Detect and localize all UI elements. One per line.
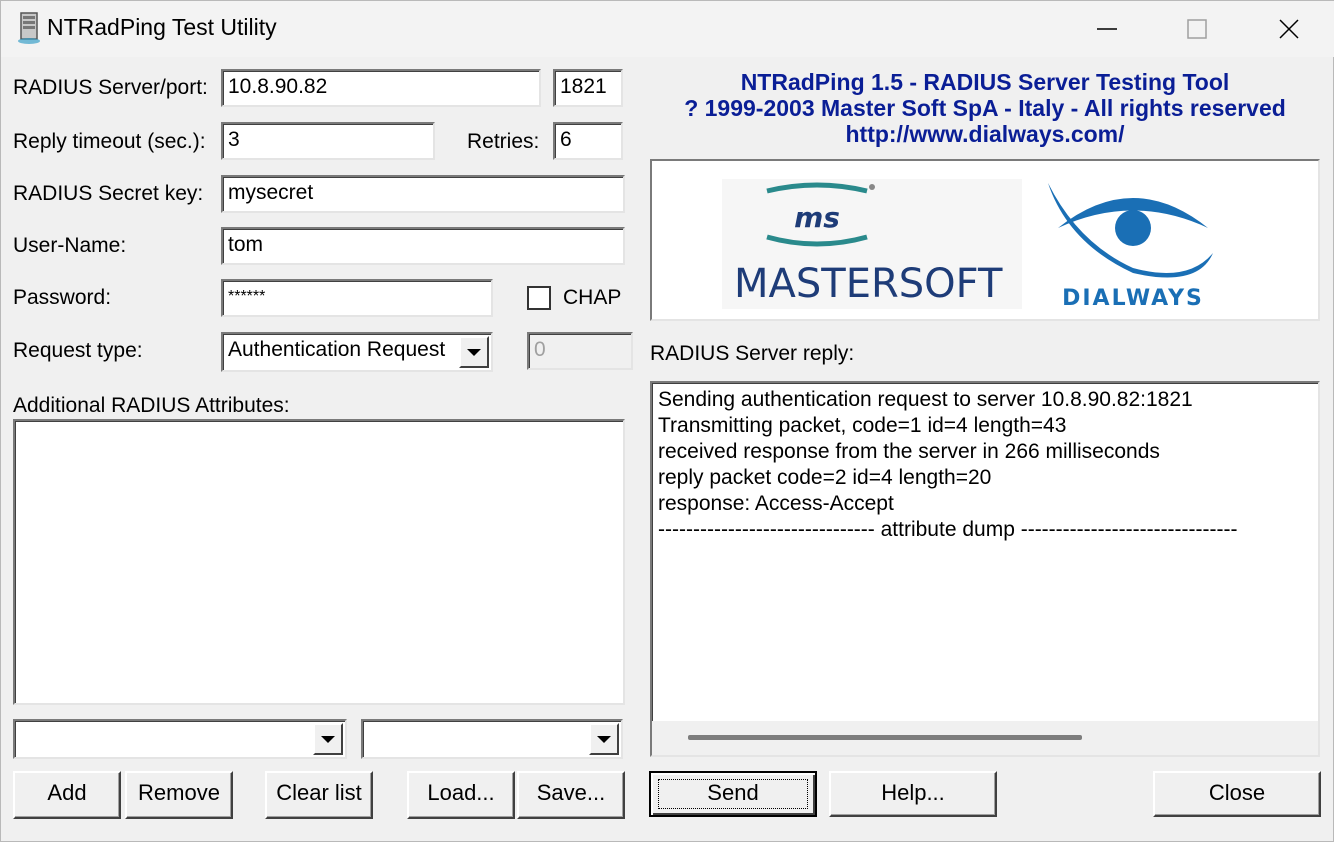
reply-line: Sending authentication request to server… bbox=[658, 388, 1193, 411]
request-type-value: Authentication Request bbox=[228, 338, 446, 361]
chevron-down-icon bbox=[321, 735, 335, 743]
reply-label: RADIUS Server reply: bbox=[650, 342, 855, 365]
logo-panel: ms MASTERSOFT DIALWAYS bbox=[650, 159, 1320, 321]
save-button[interactable]: Save... bbox=[517, 771, 625, 819]
title-bar[interactable]: NTRadPing Test Utility bbox=[1, 1, 1334, 57]
minimize-icon bbox=[1097, 28, 1117, 30]
window-title: NTRadPing Test Utility bbox=[47, 14, 277, 40]
maximize-icon bbox=[1187, 19, 1207, 39]
clear-list-button[interactable]: Clear list bbox=[265, 771, 373, 819]
timeout-label: Reply timeout (sec.): bbox=[13, 130, 206, 153]
chap-label: CHAP bbox=[563, 286, 622, 309]
secret-label: RADIUS Secret key: bbox=[13, 182, 204, 205]
chevron-down-icon bbox=[597, 735, 611, 743]
reply-line: Transmitting packet, code=1 id=4 length=… bbox=[658, 414, 1067, 437]
close-button[interactable]: Close bbox=[1153, 771, 1321, 817]
ms-monogram: ms bbox=[794, 201, 840, 234]
retries-input[interactable]: 6 bbox=[553, 122, 623, 160]
horizontal-scrollbar[interactable] bbox=[652, 721, 1318, 755]
password-input[interactable]: ****** bbox=[221, 279, 493, 317]
mastersoft-wordmark: MASTERSOFT bbox=[734, 261, 1003, 307]
attribute-name-combo[interactable] bbox=[13, 719, 347, 759]
secret-input[interactable]: mysecret bbox=[221, 175, 625, 213]
banner-url: http://www.dialways.com/ bbox=[845, 121, 1125, 147]
about-banner: NTRadPing 1.5 - RADIUS Server Testing To… bbox=[651, 69, 1319, 147]
maximize-button[interactable] bbox=[1151, 1, 1243, 57]
minimize-button[interactable] bbox=[1061, 1, 1153, 57]
port-input[interactable]: 1821 bbox=[553, 69, 623, 107]
reply-line: ------------------------------- attribut… bbox=[658, 518, 1238, 541]
request-type-dropdown-button[interactable] bbox=[459, 336, 489, 368]
send-button[interactable]: Send bbox=[649, 771, 817, 817]
username-input[interactable]: tom bbox=[221, 227, 625, 265]
attribute-value-dropdown-button[interactable] bbox=[589, 723, 619, 755]
send-button-label: Send bbox=[707, 780, 759, 805]
timeout-input[interactable]: 3 bbox=[221, 122, 435, 160]
request-type-select[interactable]: Authentication Request bbox=[221, 332, 493, 372]
chevron-down-icon bbox=[467, 348, 481, 356]
retries-label: Retries: bbox=[467, 130, 540, 153]
reply-line: reply packet code=2 id=4 length=20 bbox=[658, 466, 992, 489]
remove-button[interactable]: Remove bbox=[125, 771, 233, 819]
help-button[interactable]: Help... bbox=[829, 771, 997, 817]
mastersoft-logo: ms MASTERSOFT bbox=[722, 179, 1022, 309]
reply-line: response: Access-Accept bbox=[658, 492, 894, 515]
chap-checkbox[interactable] bbox=[527, 286, 551, 310]
attribute-name-dropdown-button[interactable] bbox=[313, 723, 343, 755]
attributes-list[interactable] bbox=[13, 419, 625, 705]
password-label: Password: bbox=[13, 286, 112, 309]
banner-title: NTRadPing 1.5 - RADIUS Server Testing To… bbox=[740, 69, 1230, 95]
banner-copyright: ? 1999-2003 Master Soft SpA - Italy - Al… bbox=[684, 95, 1286, 121]
app-server-icon bbox=[18, 12, 40, 44]
close-window-button[interactable] bbox=[1243, 1, 1334, 57]
add-button[interactable]: Add bbox=[13, 771, 121, 819]
server-port-label: RADIUS Server/port: bbox=[13, 76, 208, 99]
scrollbar-thumb[interactable] bbox=[688, 735, 1082, 740]
reply-line: received response from the server in 266… bbox=[658, 440, 1160, 463]
username-label: User-Name: bbox=[13, 234, 127, 257]
dialways-wordmark: DIALWAYS bbox=[1062, 286, 1204, 311]
reply-lines: Sending authentication request to server… bbox=[652, 383, 1318, 543]
request-id-input: 0 bbox=[527, 332, 633, 370]
load-button[interactable]: Load... bbox=[407, 771, 515, 819]
attribute-value-combo[interactable] bbox=[361, 719, 623, 759]
server-input[interactable]: 10.8.90.82 bbox=[221, 69, 541, 107]
attributes-label: Additional RADIUS Attributes: bbox=[13, 394, 290, 417]
reply-output[interactable]: Sending authentication request to server… bbox=[650, 381, 1320, 757]
app-window: NTRadPing Test Utility RADIUS Server/por… bbox=[0, 0, 1334, 842]
close-icon bbox=[1279, 19, 1299, 39]
request-type-label: Request type: bbox=[13, 339, 143, 362]
dialways-logo: DIALWAYS bbox=[1048, 183, 1213, 311]
